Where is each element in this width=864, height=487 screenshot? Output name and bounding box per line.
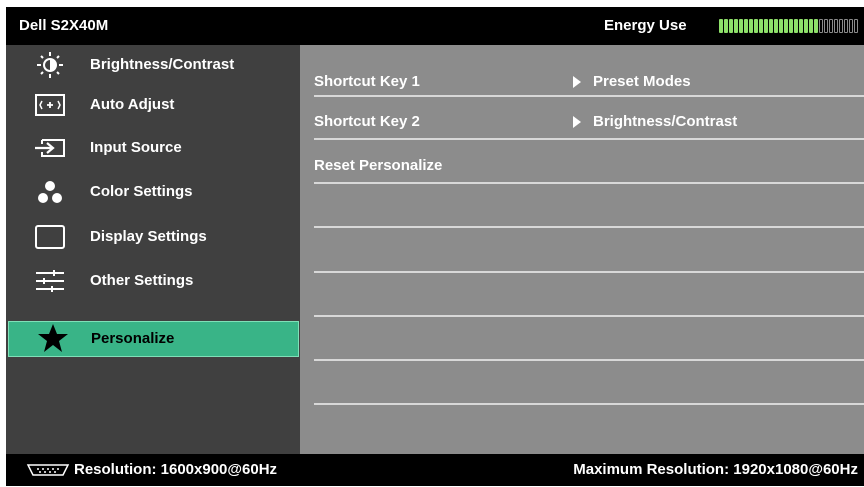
- menu-item-label: Other Settings: [90, 272, 194, 289]
- divider: [314, 403, 864, 405]
- input-source-icon: [35, 139, 65, 157]
- model-name: Dell S2X40M: [19, 17, 109, 34]
- display-settings-icon: [35, 225, 65, 249]
- brightness-icon: [37, 52, 63, 78]
- energy-meter-segment: [814, 19, 818, 33]
- energy-meter-segment: [829, 19, 833, 33]
- divider: [314, 182, 864, 184]
- reset-personalize-row[interactable]: Reset Personalize: [314, 153, 864, 197]
- energy-meter-segment: [789, 19, 793, 33]
- divider: [314, 315, 864, 317]
- arrow-right-icon: [573, 116, 581, 128]
- menu-item-input-source[interactable]: Input Source: [6, 128, 300, 168]
- star-icon: [38, 324, 68, 352]
- row-value: Brightness/Contrast: [593, 113, 738, 130]
- energy-meter-segment: [734, 19, 738, 33]
- menu-item-label: Brightness/Contrast: [90, 56, 235, 73]
- energy-meter-segment: [809, 19, 813, 33]
- energy-meter-segment: [854, 19, 858, 33]
- monitor-osd: Dell S2X40M Energy Use Brightness/Contra…: [6, 7, 864, 486]
- menu-item-label: Color Settings: [90, 183, 193, 200]
- menu-item-label: Personalize: [91, 330, 175, 347]
- row-label: Shortcut Key 2: [314, 113, 420, 130]
- menu-item-label: Auto Adjust: [90, 96, 175, 113]
- divider: [314, 359, 864, 361]
- energy-meter-segment: [824, 19, 828, 33]
- energy-meter-segment: [759, 19, 763, 33]
- energy-meter-segment: [839, 19, 843, 33]
- energy-meter-segment: [719, 19, 723, 33]
- other-settings-icon: [36, 270, 64, 292]
- divider: [314, 95, 864, 97]
- energy-meter-segment: [844, 19, 848, 33]
- current-resolution: Resolution: 1600x900@60Hz: [74, 461, 278, 478]
- menu-item-label: Input Source: [90, 139, 182, 156]
- energy-meter-segment: [769, 19, 773, 33]
- menu-item-brightness-contrast[interactable]: Brightness/Contrast: [6, 45, 300, 85]
- shortcut-key-2-row[interactable]: Shortcut Key 2 Brightness/Contrast: [314, 109, 864, 153]
- energy-meter-segment: [749, 19, 753, 33]
- energy-meter-segment: [784, 19, 788, 33]
- energy-meter-segment: [754, 19, 758, 33]
- vga-connector-icon: [26, 464, 70, 476]
- energy-use-meter: [719, 19, 859, 33]
- auto-adjust-icon: [35, 94, 65, 116]
- menu-item-label: Display Settings: [90, 228, 207, 245]
- energy-meter-segment: [799, 19, 803, 33]
- main-menu: Brightness/Contrast Auto Adjust Input So…: [6, 45, 300, 454]
- menu-item-other-settings[interactable]: Other Settings: [6, 261, 300, 301]
- row-value: Preset Modes: [593, 73, 691, 90]
- maximum-resolution: Maximum Resolution: 1920x1080@60Hz: [573, 461, 858, 478]
- menu-item-display-settings[interactable]: Display Settings: [6, 217, 300, 257]
- energy-meter-segment: [804, 19, 808, 33]
- energy-meter-segment: [729, 19, 733, 33]
- energy-meter-segment: [819, 19, 823, 33]
- row-label: Reset Personalize: [314, 157, 443, 174]
- footer-bar: Resolution: 1600x900@60Hz Maximum Resolu…: [6, 454, 864, 486]
- energy-meter-segment: [744, 19, 748, 33]
- divider: [314, 271, 864, 273]
- menu-item-personalize[interactable]: Personalize: [8, 321, 299, 357]
- header-bar: Dell S2X40M Energy Use: [6, 7, 864, 45]
- energy-meter-segment: [764, 19, 768, 33]
- energy-meter-segment: [849, 19, 853, 33]
- submenu-panel: Shortcut Key 1 Preset Modes Shortcut Key…: [300, 45, 864, 454]
- energy-meter-segment: [794, 19, 798, 33]
- arrow-right-icon: [573, 76, 581, 88]
- color-settings-icon: [38, 181, 62, 203]
- menu-item-color-settings[interactable]: Color Settings: [6, 172, 300, 212]
- energy-use-label: Energy Use: [604, 17, 687, 34]
- energy-meter-segment: [779, 19, 783, 33]
- energy-meter-segment: [774, 19, 778, 33]
- divider: [314, 138, 864, 140]
- energy-meter-segment: [739, 19, 743, 33]
- menu-item-auto-adjust[interactable]: Auto Adjust: [6, 85, 300, 125]
- energy-meter-segment: [724, 19, 728, 33]
- energy-meter-segment: [834, 19, 838, 33]
- row-label: Shortcut Key 1: [314, 73, 420, 90]
- shortcut-key-1-row[interactable]: Shortcut Key 1 Preset Modes: [314, 69, 864, 113]
- divider: [314, 226, 864, 228]
